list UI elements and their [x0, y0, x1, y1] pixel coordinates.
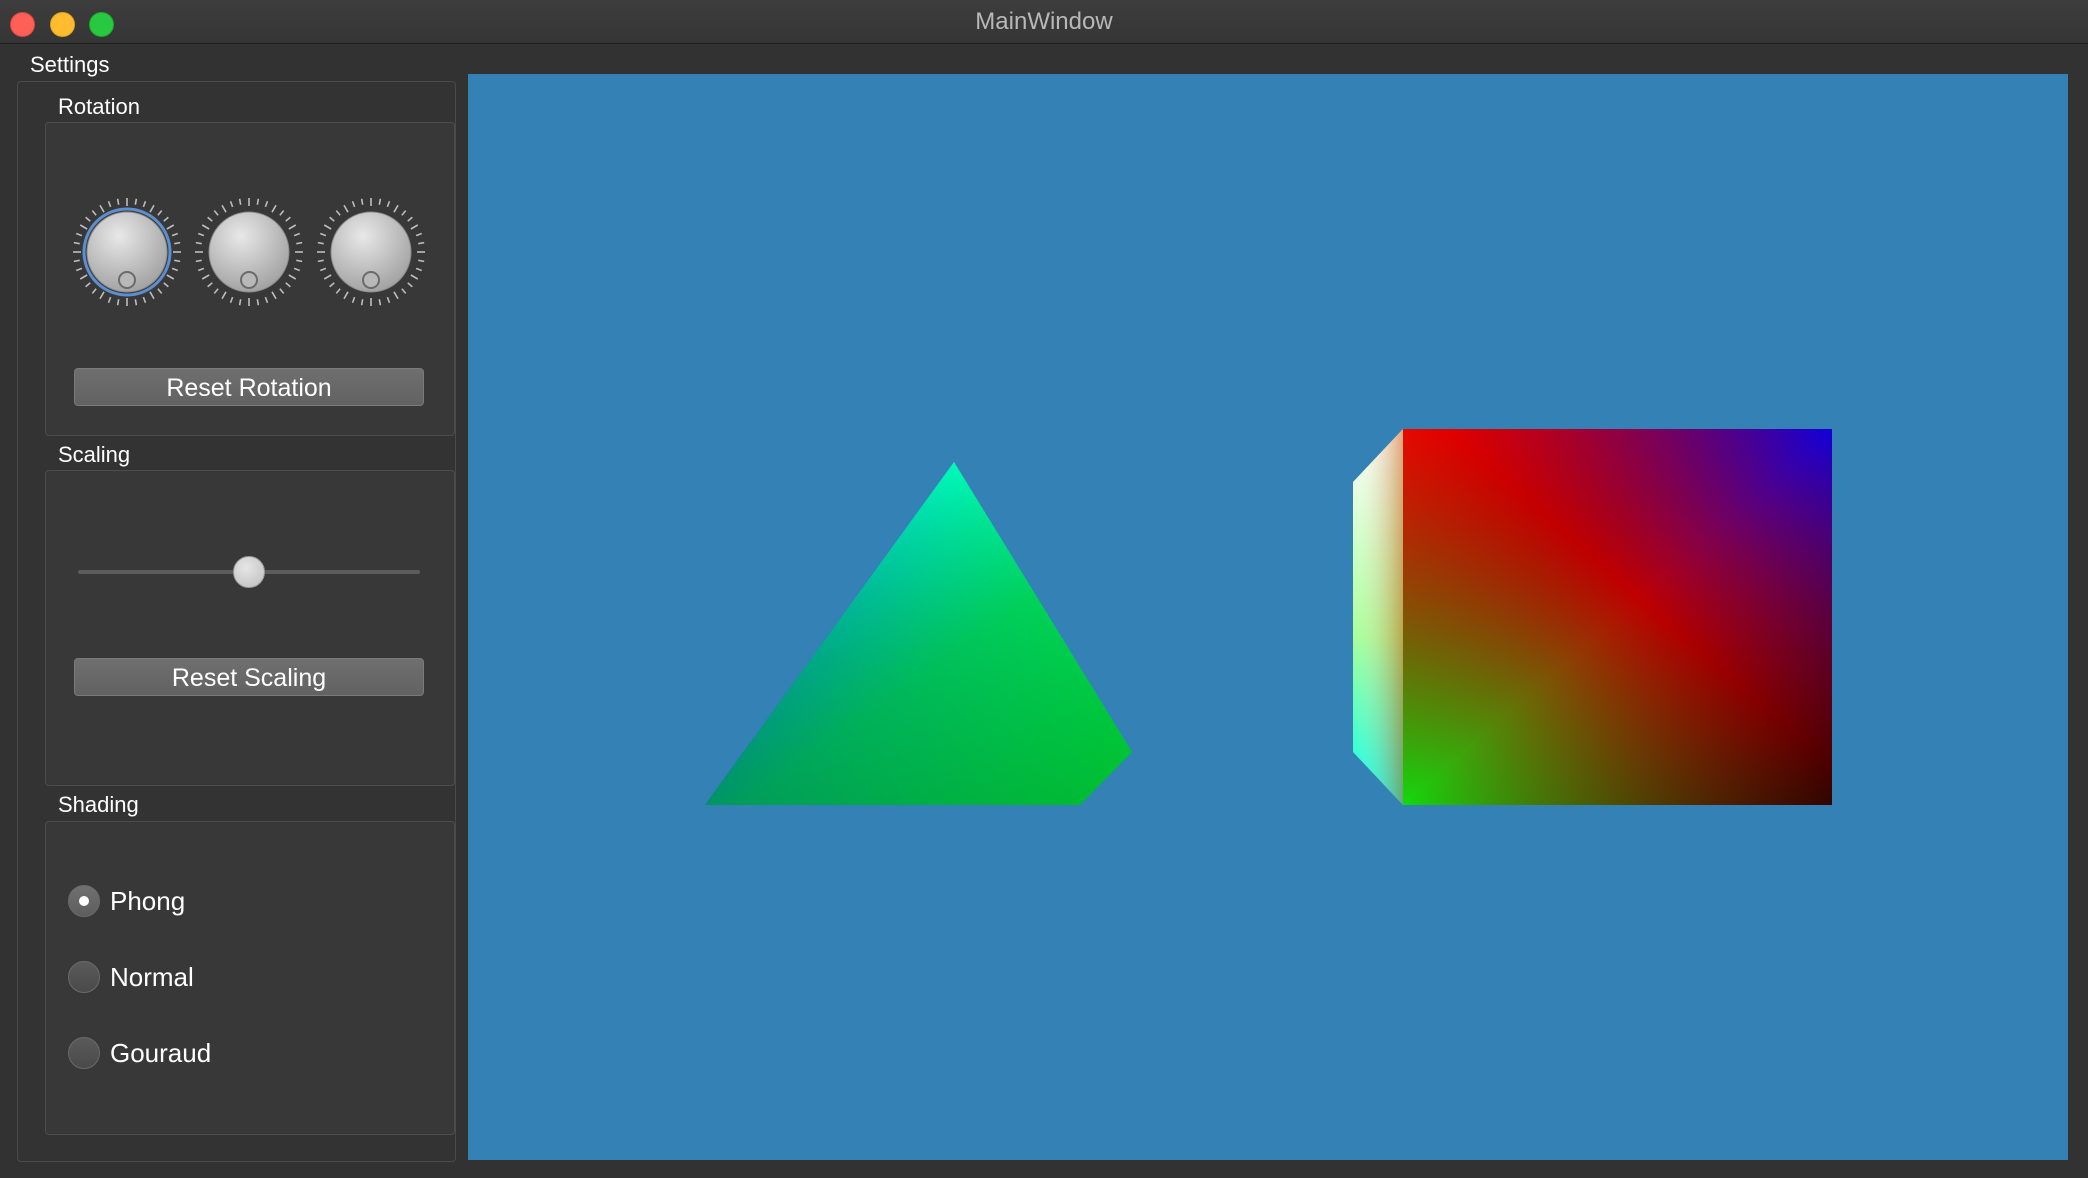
window-title: MainWindow	[975, 8, 1113, 35]
scaling-group	[45, 470, 455, 786]
scaling-group-title: Scaling	[58, 442, 131, 467]
phong-radio[interactable]	[68, 885, 100, 917]
shading-option-normal[interactable]: Normal	[68, 959, 194, 995]
shading-option-gouraud[interactable]: Gouraud	[68, 1035, 211, 1071]
title-bar[interactable]: MainWindow	[0, 0, 2088, 44]
gouraud-label: Gouraud	[110, 1037, 212, 1068]
reset-rotation-button[interactable]: Reset Rotation	[74, 368, 424, 406]
radio-selected-dot	[79, 896, 89, 906]
render-viewport[interactable]	[468, 74, 2068, 1160]
scaling-slider-handle[interactable]	[233, 556, 265, 588]
rotation-y-dial[interactable]	[193, 196, 305, 308]
shading-option-phong[interactable]: Phong	[68, 883, 185, 919]
normal-radio[interactable]	[68, 961, 100, 993]
rotation-x-dial-indicator	[118, 271, 136, 289]
normal-label: Normal	[110, 961, 194, 992]
gouraud-radio[interactable]	[68, 1037, 100, 1069]
rotation-y-dial-indicator	[240, 271, 258, 289]
shading-group-title: Shading	[58, 792, 139, 817]
reset-scaling-button[interactable]: Reset Scaling	[74, 658, 424, 696]
pyramid-object	[705, 462, 1132, 805]
rotation-group-title: Rotation	[58, 94, 140, 119]
rotation-x-dial[interactable]	[71, 196, 183, 308]
scene-render	[705, 429, 1832, 805]
rotation-z-dial-indicator	[362, 271, 380, 289]
main-window: MainWindow Settings Rotation Reset Rotat…	[0, 0, 2088, 1178]
phong-label: Phong	[110, 885, 186, 916]
rotation-z-dial[interactable]	[315, 196, 427, 308]
cube-object	[1353, 429, 1832, 805]
settings-dock-title: Settings	[30, 52, 110, 77]
